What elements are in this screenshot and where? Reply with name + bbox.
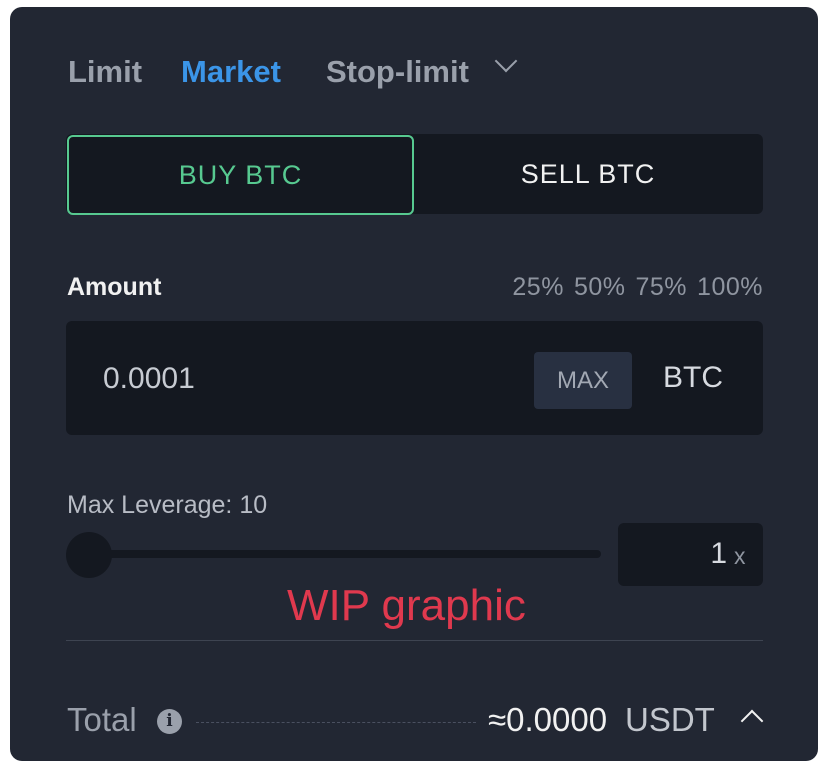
leverage-value[interactable]: 1	[710, 537, 727, 571]
amount-input[interactable]	[103, 359, 403, 399]
total-label: Total	[67, 701, 137, 738]
chevron-down-icon[interactable]	[494, 49, 518, 73]
info-icon[interactable]: i	[157, 709, 182, 734]
dotted-leader	[196, 722, 476, 723]
leverage-slider-track[interactable]	[92, 550, 601, 558]
leverage-suffix: x	[734, 543, 746, 569]
order-panel: Limit Market Stop-limit BUY BTC SELL BTC…	[10, 7, 818, 761]
tab-limit[interactable]: Limit	[68, 55, 142, 89]
tab-stop-limit[interactable]: Stop-limit	[326, 55, 469, 89]
divider	[66, 640, 763, 641]
sell-button[interactable]: SELL BTC	[413, 135, 763, 213]
total-value: ≈0.0000	[488, 701, 608, 738]
amount-label: Amount	[67, 273, 162, 301]
leverage-slider-handle[interactable]	[66, 532, 112, 578]
max-button[interactable]: MAX	[534, 352, 632, 409]
wip-caption: WIP graphic	[287, 581, 526, 630]
buy-button[interactable]: BUY BTC	[67, 135, 414, 215]
pct-75-button[interactable]: 75%	[636, 273, 688, 302]
chevron-up-icon[interactable]	[740, 709, 764, 733]
amount-unit: BTC	[663, 361, 723, 394]
tab-market[interactable]: Market	[181, 55, 281, 89]
pct-50-button[interactable]: 50%	[574, 273, 626, 302]
percentage-shortcuts: 25% 50% 75% 100%	[512, 273, 763, 302]
pct-100-button[interactable]: 100%	[697, 273, 763, 302]
pct-25-button[interactable]: 25%	[512, 273, 564, 302]
total-unit: USDT	[625, 701, 715, 738]
max-leverage-label: Max Leverage: 10	[67, 491, 268, 519]
